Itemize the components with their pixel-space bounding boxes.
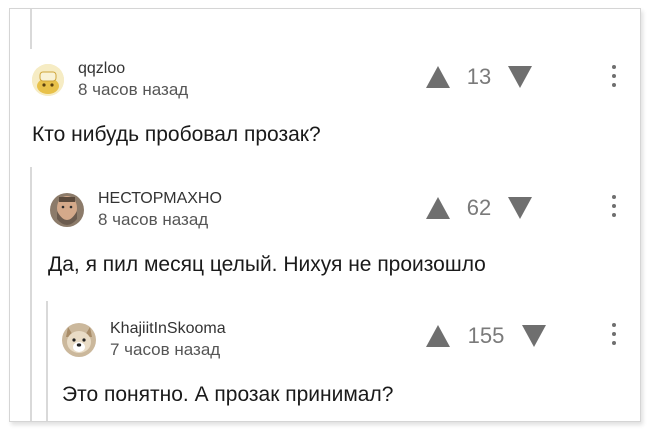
username[interactable]: KhajiitInSkooma (110, 321, 226, 337)
upvote-arrow-icon[interactable] (426, 325, 450, 347)
thread-line (30, 9, 32, 49)
comment-text: Кто нибудь пробовал прозак? (32, 123, 321, 146)
comment-header: НЕСТОРМАХНО 8 часов назад (50, 191, 222, 228)
more-options-icon[interactable] (611, 323, 617, 345)
vote-score: 155 (467, 323, 505, 348)
thread-line (46, 301, 48, 421)
timestamp: 8 часов назад (78, 80, 189, 99)
bearded-man-avatar[interactable] (50, 192, 84, 227)
upvote-arrow-icon[interactable] (426, 66, 450, 88)
vote-controls: 62 (426, 195, 532, 221)
downvote-arrow-icon[interactable] (522, 325, 546, 347)
username[interactable]: НЕСТОРМАХНО (98, 191, 222, 207)
thread-line (30, 167, 32, 421)
vote-controls: 155 (426, 323, 546, 349)
vote-score: 13 (466, 64, 492, 89)
more-options-icon[interactable] (611, 65, 617, 87)
comment-header: qqzloo 8 часов назад (32, 61, 188, 98)
timestamp: 7 часов назад (110, 340, 221, 359)
vote-controls: 13 (426, 64, 532, 90)
downvote-arrow-icon[interactable] (508, 66, 532, 88)
downvote-arrow-icon[interactable] (508, 197, 532, 219)
username[interactable]: qqzloo (78, 61, 188, 77)
vote-score: 62 (466, 195, 492, 220)
timestamp: 8 часов назад (98, 210, 209, 229)
dog-avatar[interactable] (62, 322, 96, 357)
comment-thread: qqzloo 8 часов назад 13 Кто нибудь пробо… (9, 8, 641, 422)
comment-text: Да, я пил месяц целый. Нихуя не произошл… (48, 253, 486, 276)
comment-text: Это понятно. А прозак принимал? (62, 383, 394, 406)
more-options-icon[interactable] (611, 195, 617, 217)
upvote-arrow-icon[interactable] (426, 197, 450, 219)
cartoon-character-avatar[interactable] (32, 63, 64, 96)
comment-header: KhajiitInSkooma 7 часов назад (62, 321, 226, 358)
